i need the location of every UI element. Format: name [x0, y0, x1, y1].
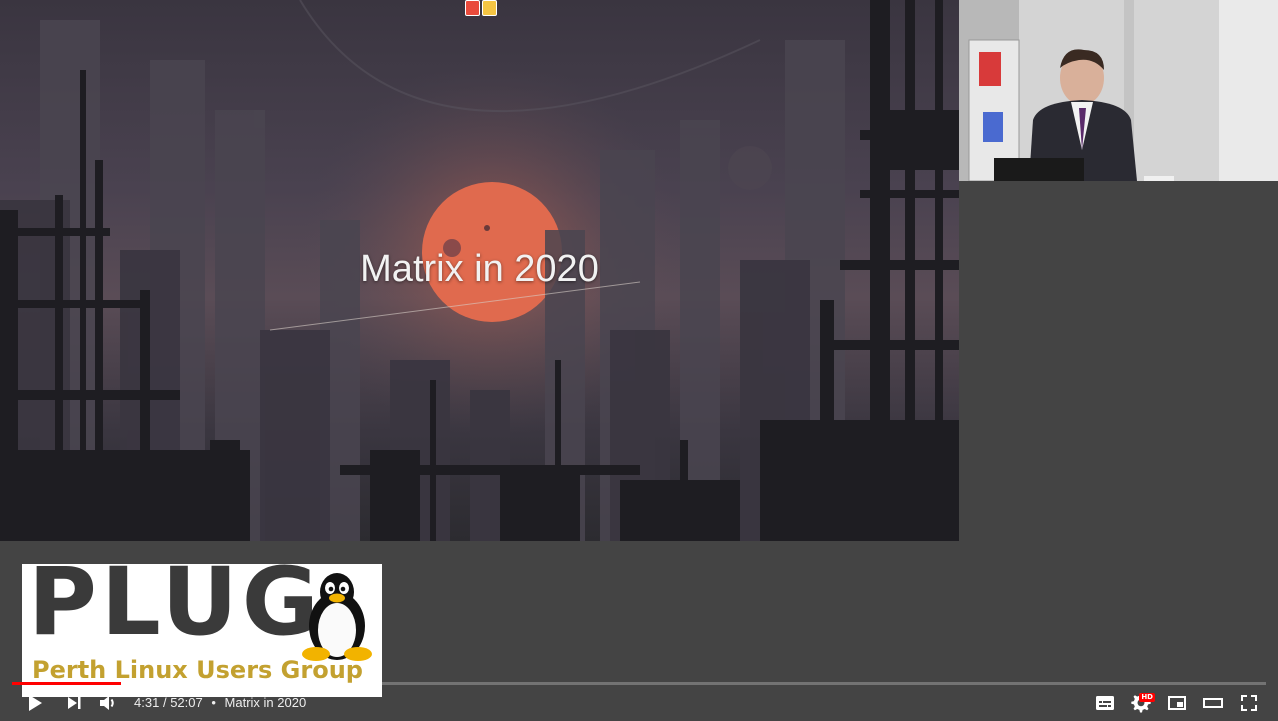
plug-logo-word: PLUG — [28, 564, 323, 657]
settings-button[interactable]: HD — [1123, 685, 1159, 721]
slide-title: Matrix in 2020 — [360, 248, 599, 290]
duration: 52:07 — [170, 695, 203, 710]
volume-icon — [100, 696, 114, 710]
theater-mode-icon — [1203, 698, 1223, 708]
miniplayer-icon — [1168, 696, 1186, 710]
play-icon — [29, 695, 42, 711]
subtitles-icon — [1096, 696, 1114, 710]
miniplayer-button[interactable] — [1159, 685, 1195, 721]
time-display: 4:31 / 52:07 • Matrix in 2020 — [134, 695, 306, 710]
chapter-dot: • — [211, 695, 216, 710]
play-button[interactable] — [16, 685, 52, 721]
mute-button[interactable] — [90, 685, 126, 721]
next-button[interactable] — [56, 685, 92, 721]
hd-badge: HD — [1139, 693, 1155, 702]
slide-tray-icons — [465, 0, 497, 16]
fullscreen-icon — [1241, 695, 1257, 711]
current-time: 4:31 — [134, 695, 160, 710]
fullscreen-button[interactable] — [1231, 685, 1267, 721]
theater-mode-button[interactable] — [1195, 685, 1231, 721]
tux-penguin-icon — [302, 573, 372, 661]
player-controls: 4:31 / 52:07 • Matrix in 2020 HD — [0, 685, 1278, 721]
plug-logo: PLUG Perth Linux Users Group — [22, 564, 382, 697]
subtitles-button[interactable] — [1087, 685, 1123, 721]
time-separator: / — [162, 695, 167, 710]
video-player[interactable]: Matrix in 2020 PLUG Perth Linux Users Gr… — [0, 0, 1278, 721]
speaker-camera-feed — [959, 0, 1278, 181]
speaker-image — [959, 0, 1278, 181]
slide-video-area[interactable]: Matrix in 2020 — [0, 0, 959, 541]
app-icon — [482, 0, 497, 16]
chapter-title[interactable]: Matrix in 2020 — [225, 695, 307, 710]
next-icon — [68, 697, 81, 709]
app-icon — [465, 0, 480, 16]
